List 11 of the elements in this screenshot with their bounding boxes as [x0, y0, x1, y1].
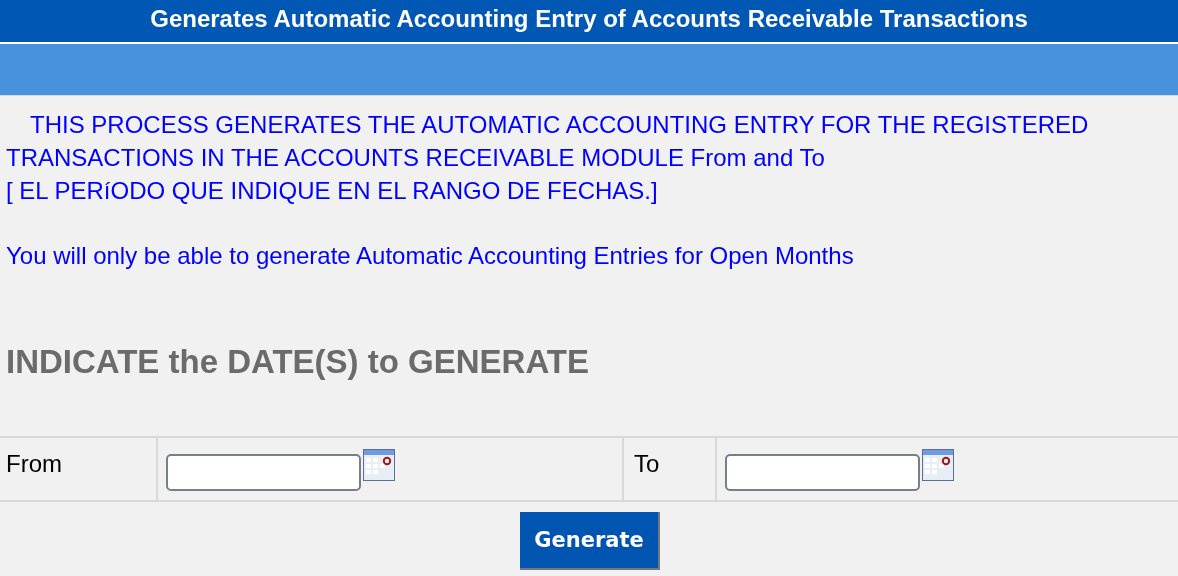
intro-text: THIS PROCESS GENERATES THE AUTOMATIC ACCOUNTING ENTRY FOR THE REGISTERED TRANSACTIONS IN THE ACCOUNTS RECEIVABLE MODULE From and To [ EL PERíODO QUE INDIQUE EN EL RANGO DE FECHAS.]: [6, 110, 1090, 206]
window-title: Generates Automatic Accounting Entry of Accounts Receivable Transactions: [0, 0, 1178, 44]
calendar-icon[interactable]: [363, 449, 395, 481]
note-text: You will only be able to generate Automatic Accounting Entries for Open Months: [6, 241, 855, 271]
date-field[interactable]: [166, 454, 361, 491]
field-label: From: [6, 450, 62, 477]
date-field[interactable]: [725, 454, 920, 491]
field-label: To: [634, 450, 660, 477]
section-heading: INDICATE the DATE(S) to GENERATE: [6, 342, 590, 382]
generate-button[interactable]: Generate: [520, 512, 660, 570]
calendar-icon[interactable]: [922, 449, 954, 481]
